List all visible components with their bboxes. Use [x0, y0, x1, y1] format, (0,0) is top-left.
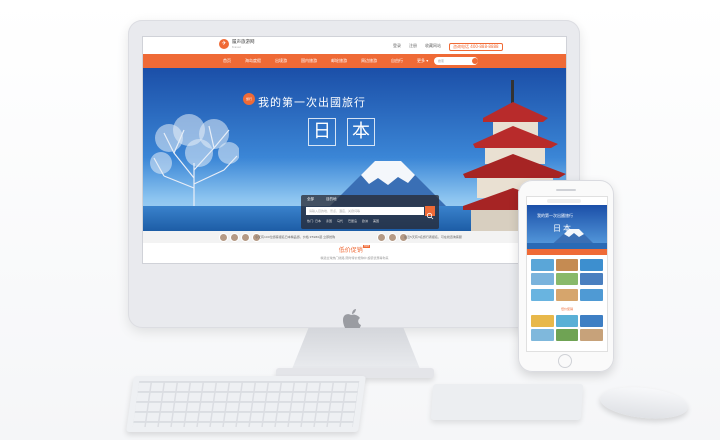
main-nav: 首页 海岛度假 出境游 国内旅游 邮轮旅游 周边旅游 自由行 更多 ▾ 搜索 — [143, 54, 566, 68]
nav-item-more[interactable]: 更多 ▾ — [417, 58, 428, 64]
phone-thumb[interactable] — [555, 259, 579, 271]
nav-item-free[interactable]: 自由行 — [391, 58, 403, 64]
nav-item-home[interactable]: 首页 — [223, 58, 231, 64]
phone-nav[interactable] — [527, 249, 607, 255]
logo-icon: ✈ — [219, 39, 229, 49]
avatar — [230, 233, 239, 242]
phone-grid-c — [531, 315, 603, 341]
phone-thumb[interactable] — [531, 329, 554, 341]
phone-section-title: 低价促销 — [560, 307, 573, 311]
logo-text: 履声旅游网 — [232, 39, 255, 45]
search-tab-destination[interactable]: 目的地 — [326, 197, 337, 202]
top-links: 登录 注册 收藏网站 咨询电话 400-888-8888 — [393, 43, 503, 51]
nav-item-outbound[interactable]: 出境游 — [275, 58, 287, 64]
hot-tag[interactable]: 欧洲 — [362, 219, 368, 223]
phone-thumb[interactable] — [555, 273, 579, 285]
booking-strip: 今天有100位游客报名日本精品游，价格 ¥5980起 立即抢购 最近5天有3名旅… — [143, 231, 566, 243]
search-tab-all[interactable]: 全部 — [307, 197, 314, 202]
phone-thumb[interactable] — [580, 329, 603, 341]
phone-hero-tagline: 我的第一次出國旅行 — [537, 213, 573, 218]
strip-text-left: 今天有100位游客报名日本精品游，价格 ¥5980起 立即抢购 — [255, 235, 336, 239]
phone-thumb[interactable] — [531, 315, 554, 327]
phone-search-input[interactable] — [547, 199, 581, 203]
hero-title-char-2: 本 — [347, 118, 375, 146]
phone-thumb[interactable] — [531, 273, 554, 285]
phone-home-button[interactable] — [558, 354, 572, 368]
phone-screen: 我的第一次出國旅行 日本 低价促销 — [526, 196, 608, 352]
search-icon — [426, 212, 434, 220]
phone-thumb[interactable] — [580, 259, 603, 271]
hot-tag[interactable]: 巴厘岛 — [348, 219, 357, 223]
phone-thumb[interactable] — [580, 315, 603, 327]
site-logo[interactable]: ✈ 履声旅游网 travel — [219, 39, 255, 49]
top-bar: ✈ 履声旅游网 travel 登录 注册 收藏网站 咨询电话 400-888-8… — [143, 37, 566, 54]
register-link[interactable]: 注册 — [409, 43, 417, 51]
hero-search-panel: 全部 目的地 请输入目的地、景点、酒店、关键词等 热门: 日本 泰国 马代 巴厘… — [301, 195, 439, 229]
hot-tag[interactable]: 马代 — [337, 219, 343, 223]
phone-thumb[interactable] — [555, 315, 579, 327]
hero-search-input[interactable]: 请输入目的地、景点、酒店、关键词等 — [306, 207, 424, 215]
hot-tag[interactable]: 美国 — [373, 219, 379, 223]
login-link[interactable]: 登录 — [393, 43, 401, 51]
avatar — [219, 233, 228, 242]
imac-monitor: ✈ 履声旅游网 travel 登录 注册 收藏网站 咨询电话 400-888-8… — [128, 20, 580, 332]
avatar — [377, 233, 386, 242]
keyboard-keys — [132, 381, 360, 427]
phone-speaker — [556, 189, 576, 191]
hero-tagline: 我的第一次出國旅行 — [258, 96, 366, 109]
phone-thumb[interactable] — [555, 289, 579, 301]
phone-grid-a — [531, 259, 603, 285]
phone-thumb[interactable] — [580, 289, 603, 301]
avatar — [388, 233, 397, 242]
phone-thumb[interactable] — [580, 273, 603, 285]
phone-hero-title: 日本 — [553, 224, 573, 233]
hotline-badge[interactable]: 咨询电话 400-888-8888 — [449, 43, 503, 51]
hero-badge: 旅行 — [243, 93, 255, 105]
hot-tag[interactable]: 热门: 日本 — [307, 219, 321, 223]
phone-thumb[interactable] — [531, 289, 554, 301]
hero-title-char-1: 日 — [308, 118, 336, 146]
phone-grid-b — [531, 289, 603, 301]
phone-device: 我的第一次出國旅行 日本 低价促销 — [518, 180, 614, 372]
avatar — [241, 233, 250, 242]
promo-section-title: 低价促销HOT — [338, 245, 371, 254]
strip-text-right: 最近5天有3名旅行者报名，可在线咨询客服 — [404, 235, 462, 239]
trackpad — [430, 384, 584, 420]
phone-hero: 我的第一次出國旅行 日本 — [527, 205, 607, 249]
imac-chin — [128, 278, 580, 332]
phone-top-bar — [527, 197, 607, 205]
keyboard — [126, 376, 366, 432]
hot-tag[interactable]: 泰国 — [326, 219, 332, 223]
nav-item-cruise[interactable]: 邮轮旅游 — [331, 58, 347, 64]
phone-thumb[interactable] — [531, 259, 554, 271]
nav-item-island[interactable]: 海岛度假 — [245, 58, 261, 64]
tree-illustration — [150, 114, 239, 220]
logo-subtext: travel — [232, 44, 241, 49]
hot-badge: HOT — [362, 245, 371, 248]
bookmark-link[interactable]: 收藏网站 — [425, 43, 441, 51]
hero-search-button[interactable] — [425, 206, 435, 220]
mouse — [598, 383, 690, 423]
search-icon[interactable] — [472, 58, 478, 64]
hero-banner: 旅行 我的第一次出國旅行 日 本 全部 目的地 请输入目的地、景点、酒店、关键词… — [143, 68, 566, 231]
phone-thumb[interactable] — [555, 329, 579, 341]
website-screen: ✈ 履声旅游网 travel 登录 注册 收藏网站 咨询电话 400-888-8… — [142, 36, 567, 264]
nav-item-domestic[interactable]: 国内旅游 — [301, 58, 317, 64]
promo-section-subtitle: 精选全球热门线路 限时特价抢购中 超值优惠等你来 — [320, 256, 389, 260]
hot-tags: 热门: 日本 泰国 马代 巴厘岛 欧洲 美国 — [307, 219, 379, 223]
nav-item-nearby[interactable]: 周边旅游 — [361, 58, 377, 64]
